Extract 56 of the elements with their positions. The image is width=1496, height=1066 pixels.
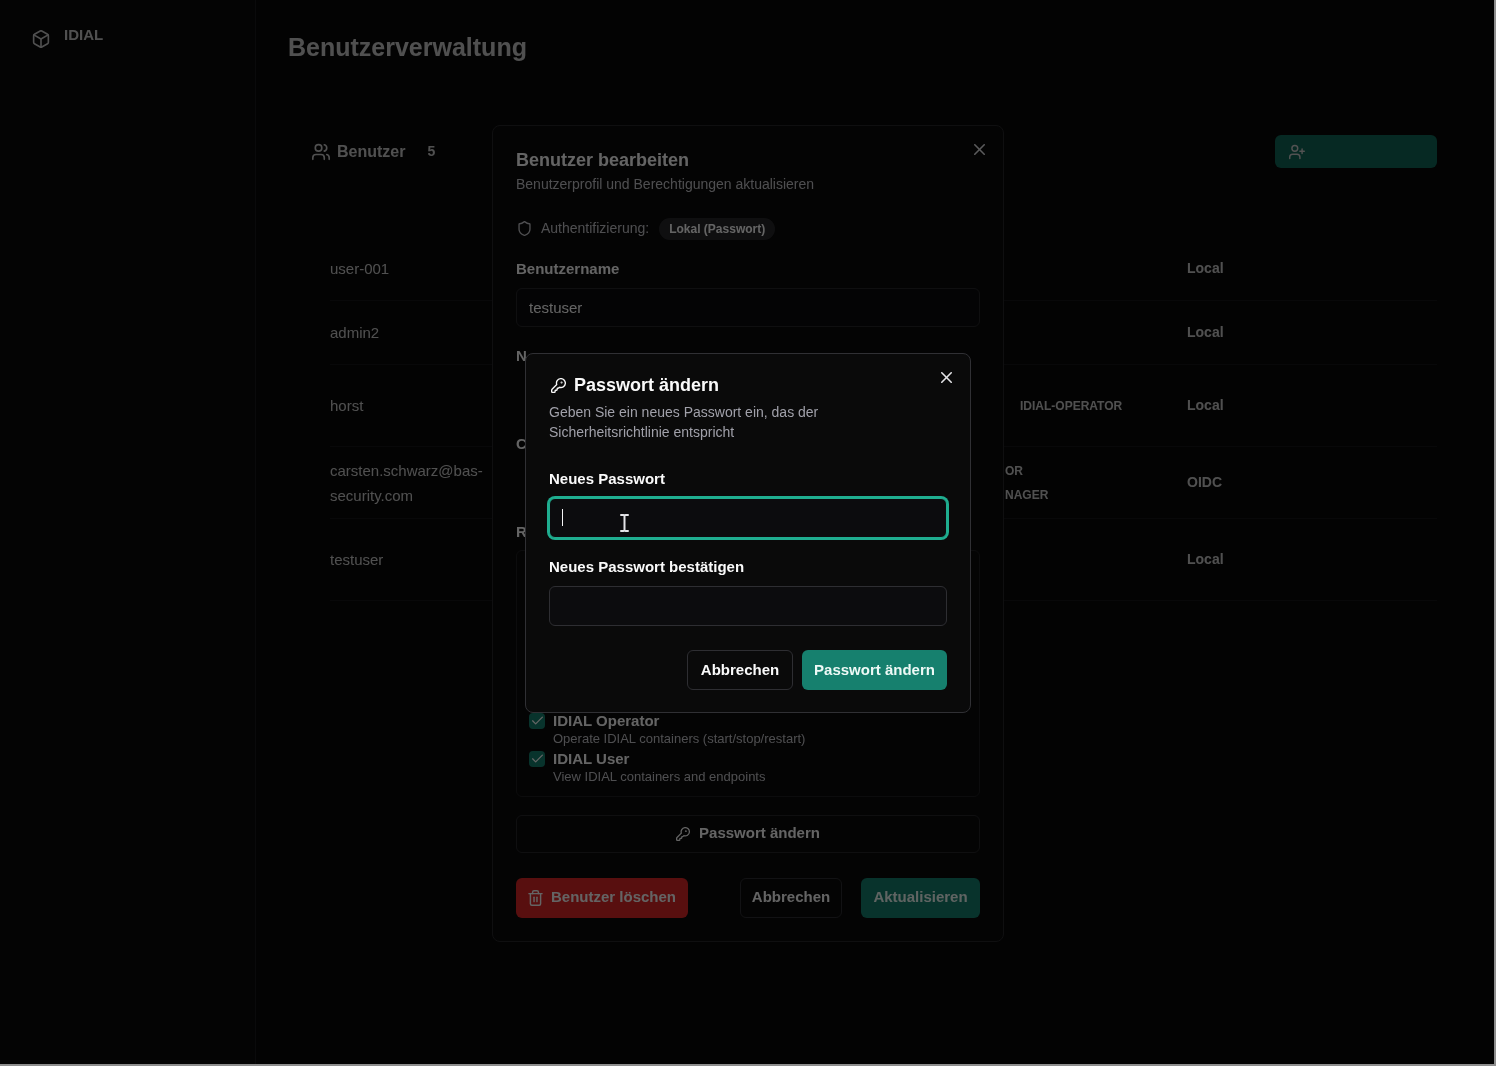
field-label: Neues Passwort bestätigen	[549, 557, 746, 577]
username-cell-text: user-001	[330, 259, 391, 279]
update-button[interactable]: Aktualisieren	[861, 877, 980, 918]
username-field[interactable]: testuser	[516, 287, 980, 328]
dialog-description: Geben Sie ein neues Passwort ein, das der Sicherheitsrichtlinie entspricht	[549, 403, 820, 442]
cancel-button[interactable]: Abbrechen	[740, 877, 842, 918]
checkbox[interactable]	[529, 712, 545, 729]
count-text: 5	[427, 142, 436, 161]
dialog-subtitle: Benutzerprofil und Berechtigungen aktualisieren	[516, 174, 816, 194]
close-icon	[941, 372, 952, 383]
field-label: Neues Passwort	[549, 469, 666, 489]
logo-text: IDIAL	[64, 25, 104, 45]
i-beam-cursor-icon	[620, 514, 629, 532]
password-field[interactable]	[549, 586, 947, 626]
field-label: Benutzername	[516, 258, 621, 279]
auth-label: Authentifizierung:	[541, 219, 650, 238]
trash-icon	[528, 889, 543, 906]
box-icon	[32, 30, 50, 48]
key-icon	[551, 377, 566, 393]
role-description: Operate IDIAL containers (start/stop/restart)	[553, 729, 806, 748]
delete-user-button[interactable]: Benutzer löschen	[516, 877, 688, 918]
role-name: IDIAL User	[553, 749, 631, 768]
check-icon	[531, 715, 543, 727]
checkbox[interactable]	[529, 750, 545, 767]
role-text: OR	[1005, 462, 1024, 479]
username-cell-text: admin2	[330, 323, 381, 343]
cancel-button[interactable]: Abbrechen	[687, 650, 793, 690]
dialog-title: Benutzer bearbeiten	[516, 148, 691, 172]
field-label: N	[516, 346, 528, 367]
change-password-button[interactable]: Passwort ändern	[516, 814, 980, 853]
auth-badge: Lokal (Passwort)	[659, 217, 776, 240]
role-description: View IDIAL containers and endpoints	[553, 767, 766, 786]
auth-cell-text: Local	[1187, 323, 1225, 342]
users-tab[interactable]: Benutzer 5	[288, 135, 460, 168]
dialog-title: Passwort ändern	[574, 374, 720, 397]
check-icon	[531, 753, 543, 765]
shield-icon	[518, 221, 531, 236]
username-cell-text: horst	[330, 396, 365, 416]
change-password-button[interactable]: Passwort ändern	[802, 650, 947, 690]
role-text: NAGER	[1005, 486, 1050, 503]
role-name: IDIAL Operator	[553, 711, 661, 730]
auth-cell-text: Local	[1187, 259, 1225, 278]
auth-cell-text: Local	[1187, 396, 1225, 415]
password-field[interactable]	[549, 498, 947, 538]
role-text: IDIAL-OPERATOR	[1020, 397, 1124, 414]
username-cell-text: carsten.schwarz@bas-security.com	[330, 460, 484, 506]
auth-cell-text: OIDC	[1187, 473, 1223, 492]
text-caret	[562, 509, 563, 526]
close-button[interactable]	[941, 372, 952, 383]
user-plus-icon	[1289, 143, 1305, 160]
username-cell-text: testuser	[330, 550, 385, 570]
key-icon	[676, 826, 691, 841]
page-title: Benutzerverwaltung	[288, 32, 528, 63]
users-icon	[312, 142, 330, 161]
close-icon	[974, 143, 985, 155]
auth-cell-text: Local	[1187, 550, 1225, 569]
